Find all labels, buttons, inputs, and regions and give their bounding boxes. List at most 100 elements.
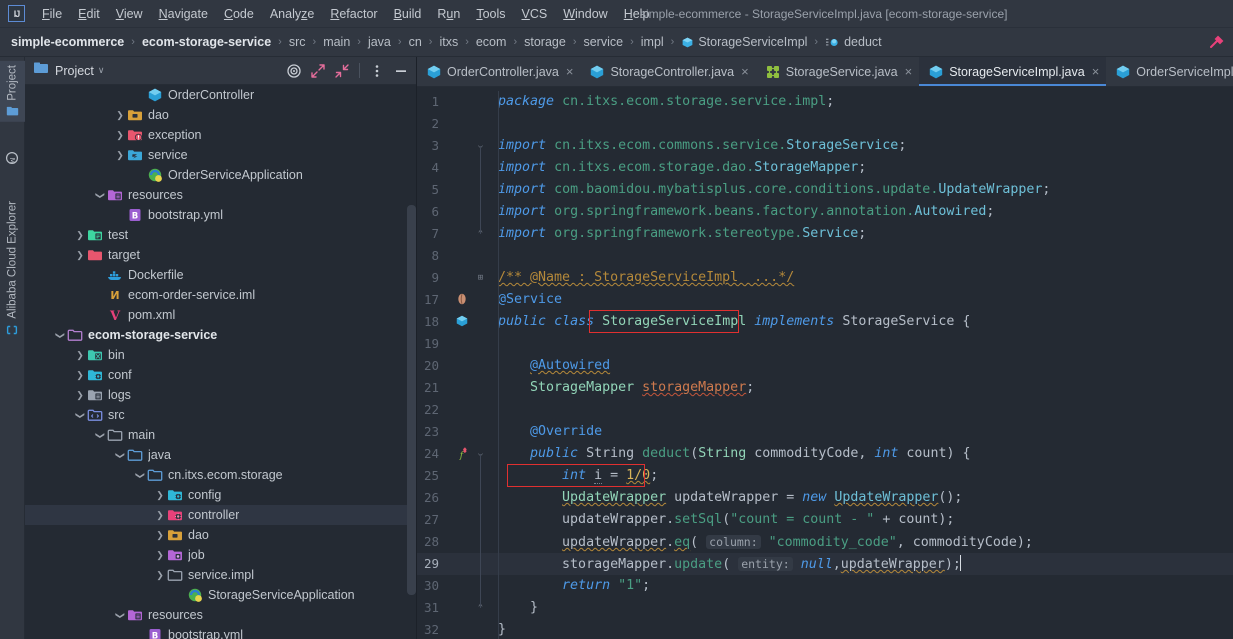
more-options-icon[interactable] xyxy=(366,60,388,82)
hide-icon[interactable] xyxy=(390,60,412,82)
menu-item-code[interactable]: Code xyxy=(216,4,262,24)
code-line[interactable]: StorageMapper storageMapper; xyxy=(485,377,1233,399)
code-line[interactable]: } xyxy=(485,619,1233,639)
code-editor[interactable]: 1 2 3 4 5 6 7 8 9 17 18 19 20 21 22 23 24 25 26 27 28 29 30 31 3… xyxy=(417,87,1233,639)
close-icon[interactable]: × xyxy=(566,64,574,79)
close-icon[interactable]: × xyxy=(741,64,749,79)
tree-node[interactable]: Bbootstrap.yml xyxy=(25,625,416,639)
code-line[interactable]: public String deduct(String commodityCod… xyxy=(485,443,1233,465)
tree-node[interactable]: Bbootstrap.yml xyxy=(25,205,416,225)
code-line[interactable]: updateWrapper.eq( column: "commodity_cod… xyxy=(485,531,1233,553)
chevron-down-icon[interactable]: ❯ xyxy=(95,188,106,202)
editor-tab-storagecontroller-java[interactable]: StorageController.java × xyxy=(580,57,755,86)
chevron-down-icon[interactable]: ❯ xyxy=(135,468,146,482)
code-line[interactable] xyxy=(485,245,1233,267)
chevron-right-icon[interactable]: ❯ xyxy=(113,110,127,121)
code-line[interactable]: import cn.itxs.ecom.commons.service.Stor… xyxy=(485,135,1233,157)
tree-node[interactable]: ❯ service.impl xyxy=(25,565,416,585)
tree-node[interactable]: ❯ config xyxy=(25,485,416,505)
code-content[interactable]: package cn.itxs.ecom.storage.service.imp… xyxy=(485,87,1233,639)
stripe-button-maven[interactable]: M xyxy=(0,147,25,169)
chevron-right-icon[interactable]: ❯ xyxy=(73,390,87,401)
breadcrumb-item-deduct[interactable]: deduct xyxy=(823,33,884,51)
tree-node[interactable]: ❯ dao xyxy=(25,105,416,125)
breadcrumb-item-service[interactable]: service xyxy=(581,33,625,51)
code-line[interactable]: import com.baomidou.mybatisplus.core.con… xyxy=(485,179,1233,201)
editor-tab-storageserviceimpl-java[interactable]: StorageServiceImpl.java × xyxy=(919,57,1107,86)
editor-tab-orderserviceimpl[interactable]: OrderServiceImpl xyxy=(1106,57,1233,86)
breadcrumb-item-itxs[interactable]: itxs xyxy=(437,33,460,51)
code-line[interactable]: import org.springframework.stereotype.Se… xyxy=(485,223,1233,245)
chevron-right-icon[interactable]: ❯ xyxy=(113,150,127,161)
expand-all-icon[interactable] xyxy=(307,60,329,82)
chevron-right-icon[interactable]: ❯ xyxy=(73,250,87,261)
chevron-right-icon[interactable]: ❯ xyxy=(153,530,167,541)
chevron-right-icon[interactable]: ❯ xyxy=(153,550,167,561)
menu-item-view[interactable]: View xyxy=(108,4,151,24)
tree-node[interactable]: ❯ service xyxy=(25,145,416,165)
menu-item-refactor[interactable]: Refactor xyxy=(322,4,385,24)
tree-node[interactable]: OrderController xyxy=(25,85,416,105)
menu-item-file[interactable]: File xyxy=(34,4,70,24)
chevron-right-icon[interactable]: ❯ xyxy=(153,570,167,581)
code-line[interactable]: return "1"; xyxy=(485,575,1233,597)
code-line[interactable]: public class StorageServiceImpl implemen… xyxy=(485,311,1233,333)
code-line[interactable]: package cn.itxs.ecom.storage.service.imp… xyxy=(485,91,1233,113)
code-line[interactable]: import org.springframework.beans.factory… xyxy=(485,201,1233,223)
breadcrumb-item-storage[interactable]: storage xyxy=(522,33,568,51)
hammer-icon[interactable] xyxy=(1205,31,1227,53)
menu-item-tools[interactable]: Tools xyxy=(468,4,513,24)
chevron-right-icon[interactable]: ❯ xyxy=(113,130,127,141)
tree-node[interactable]: ❯ test xyxy=(25,225,416,245)
tree-node[interactable]: ❯ main xyxy=(25,425,416,445)
code-line[interactable]: @Autowired xyxy=(485,355,1233,377)
tree-node[interactable]: ❯ java xyxy=(25,445,416,465)
chevron-right-icon[interactable]: ❯ xyxy=(73,230,87,241)
breadcrumb-item-simple-ecommerce[interactable]: simple-ecommerce xyxy=(9,33,126,51)
chevron-down-icon[interactable]: ❯ xyxy=(95,428,106,442)
breadcrumb-item-storageserviceimpl[interactable]: StorageServiceImpl xyxy=(679,33,809,51)
menu-item-build[interactable]: Build xyxy=(386,4,430,24)
tree-node[interactable]: ❯ target xyxy=(25,245,416,265)
close-icon[interactable]: × xyxy=(1092,64,1100,79)
breadcrumb-item-java[interactable]: java xyxy=(366,33,393,51)
breadcrumb-item-impl[interactable]: impl xyxy=(639,33,666,51)
menu-item-run[interactable]: Run xyxy=(429,4,468,24)
breadcrumb-item-ecom[interactable]: ecom xyxy=(474,33,509,51)
tree-node[interactable]: ❯ logs xyxy=(25,385,416,405)
chevron-down-icon[interactable]: ❯ xyxy=(55,328,66,342)
chevron-right-icon[interactable]: ❯ xyxy=(73,350,87,361)
code-line[interactable]: @Service xyxy=(485,289,1233,311)
collapse-all-icon[interactable] xyxy=(331,60,353,82)
chevron-down-icon[interactable]: ❯ xyxy=(115,608,126,622)
menu-item-navigate[interactable]: Navigate xyxy=(151,4,216,24)
code-line[interactable] xyxy=(485,399,1233,421)
chevron-down-icon[interactable]: ❯ xyxy=(115,448,126,462)
breadcrumb-item-main[interactable]: main xyxy=(321,33,352,51)
spring-bean-icon[interactable] xyxy=(455,292,471,308)
code-line[interactable]: int i = 1/0; xyxy=(485,465,1233,487)
code-line[interactable] xyxy=(485,113,1233,135)
code-line[interactable]: } xyxy=(485,597,1233,619)
tree-node[interactable]: OrderServiceApplication xyxy=(25,165,416,185)
chevron-right-icon[interactable]: ❯ xyxy=(73,370,87,381)
chevron-down-icon[interactable]: ❯ xyxy=(75,408,86,422)
tree-node[interactable]: ❯ exception xyxy=(25,125,416,145)
tree-node[interactable]: ❯ dao xyxy=(25,525,416,545)
stripe-button-cloud-icon-only[interactable] xyxy=(0,319,25,341)
menu-item-analyze[interactable]: Analyze xyxy=(262,4,322,24)
tree-node[interactable]: Vpom.xml xyxy=(25,305,416,325)
project-tree-scrollbar[interactable] xyxy=(407,205,416,595)
tree-node[interactable]: ❯ resources xyxy=(25,185,416,205)
chevron-down-icon[interactable]: ∨ xyxy=(98,65,105,76)
tree-node[interactable]: ❯ ecom-storage-service xyxy=(25,325,416,345)
code-line[interactable]: /** @Name : StorageServiceImpl ...*/ xyxy=(485,267,1233,289)
code-line[interactable]: import cn.itxs.ecom.storage.dao.StorageM… xyxy=(485,157,1233,179)
stripe-button-alibaba-cloud-explorer[interactable]: Alibaba Cloud Explorer xyxy=(0,197,25,323)
locate-icon[interactable] xyxy=(283,60,305,82)
stripe-button-project[interactable]: Project xyxy=(0,61,25,122)
chevron-right-icon[interactable]: ❯ xyxy=(153,490,167,501)
breadcrumb-item-ecom-storage-service[interactable]: ecom-storage-service xyxy=(140,33,273,51)
editor-gutter[interactable]: 1 2 3 4 5 6 7 8 9 17 18 19 20 21 22 23 24 25 26 27 28 29 30 31 3… xyxy=(417,87,485,639)
breadcrumb-item-cn[interactable]: cn xyxy=(407,33,424,51)
